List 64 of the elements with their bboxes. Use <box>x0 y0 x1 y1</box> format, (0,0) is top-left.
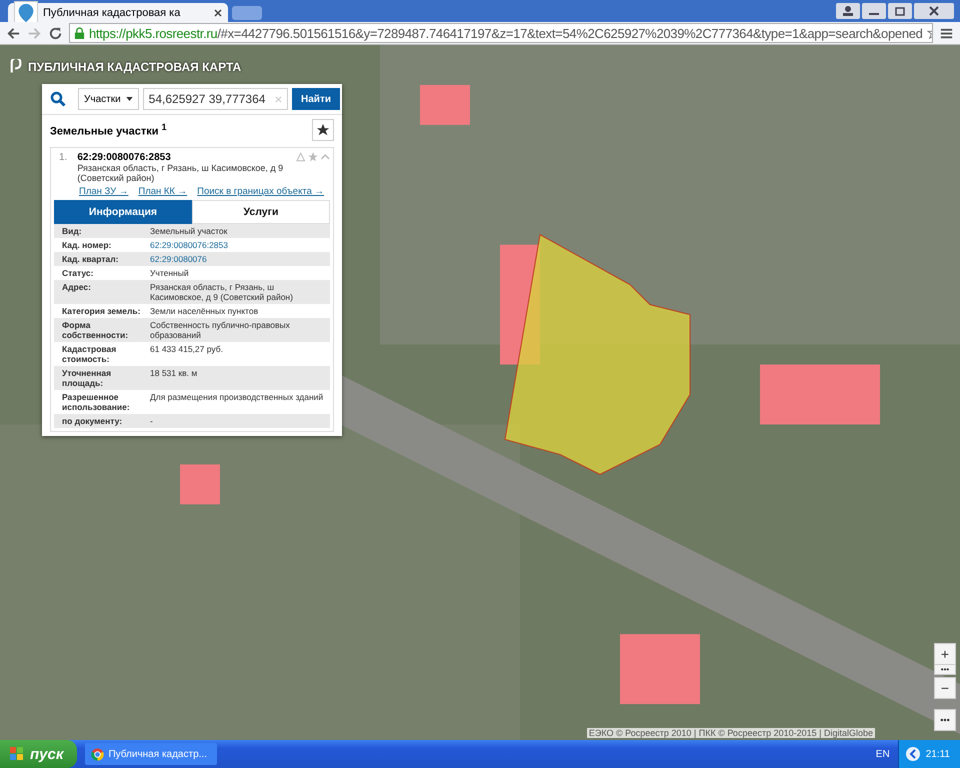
star-icon <box>316 123 330 137</box>
close-icon[interactable] <box>214 8 222 16</box>
favorite-button[interactable] <box>312 119 334 141</box>
field-label: Кад. квартал: <box>61 254 120 264</box>
map-attribution: ЕЭКО © Росреестр 2010 | ПКК © Росреестр 2010-2015 | DigitalGlobe <box>586 728 875 738</box>
field-label: Разрешенное использование: <box>61 392 131 412</box>
field-value: Учтенный <box>150 268 190 278</box>
field-value: Собственность публично-правовых образований <box>150 320 291 340</box>
field-label: по документу: <box>61 416 124 426</box>
find-button[interactable]: Найти <box>292 88 340 110</box>
info-tab[interactable]: Информация <box>54 200 192 224</box>
field-label: Вид: <box>61 226 83 236</box>
start-button[interactable]: пуск <box>0 740 78 768</box>
field-value: - <box>150 416 154 426</box>
results-heading: Земельные участки $^{1}$ <box>50 122 167 138</box>
field-label: Уточненная площадь: <box>61 368 112 388</box>
map-pin-icon <box>14 0 38 24</box>
taskbar-item[interactable]: Публичная кадастр... <box>85 743 218 765</box>
lock-icon <box>74 26 85 40</box>
field-link[interactable]: 62:29:0080076:2853 <box>150 240 330 250</box>
field-value: Для размещения производственных зданий <box>150 392 324 404</box>
restore-icon[interactable] <box>888 3 912 19</box>
field-value: 18 531 кв. м <box>150 368 198 380</box>
field-label: Статус: <box>61 268 94 278</box>
field-value: Земли населённых пунктов <box>150 306 260 316</box>
plan-link[interactable]: Поиск в границах объекта → <box>197 186 324 197</box>
language-indicator[interactable]: EN <box>876 748 890 760</box>
field-label: Форма собственности: <box>61 320 130 340</box>
plan-link[interactable]: План ЗУ → <box>79 186 128 197</box>
close-icon[interactable] <box>914 3 954 19</box>
field-label: Кад. номер: <box>61 240 112 250</box>
back-icon[interactable] <box>6 26 21 40</box>
field-value: Земельный участок <box>150 226 228 236</box>
browser-logo-icon <box>91 748 104 760</box>
map-control-button[interactable]: − <box>934 677 956 699</box>
windows-logo-icon <box>10 747 24 761</box>
search-field[interactable]: 54,625927 39,777364 <box>142 88 288 110</box>
field-label: Кадастровая стоимость: <box>61 344 118 364</box>
field-label: Адрес: <box>61 282 92 294</box>
map-control-button[interactable]: ••• <box>934 665 956 675</box>
field-label: Категория земель: <box>61 306 142 316</box>
reload-icon[interactable] <box>48 26 63 40</box>
app-title: ПУБЛИЧНАЯ КАДАСТРОВАЯ КАРТА <box>28 60 242 74</box>
logo-icon <box>10 59 22 74</box>
field-value: Рязанская область, г Рязань, ш Касимовское, д 9 (Советский район) <box>150 282 294 302</box>
address-bar[interactable]: https://pkk5.rosreestr.ru/#x=4427796.501561516&y=7289487.746417197&z=17&text=54%2C625927%2039%2C777364&type=1&app=search&opened <box>69 23 933 43</box>
address-text: Рязанская область, г Рязань, ш Касимовское, д 9 (Советский район) <box>77 163 284 183</box>
browser-tab[interactable]: Публичная кадастровая ка <box>8 3 228 22</box>
caret-icon <box>126 97 133 101</box>
field-link[interactable]: 62:29:0080076 <box>150 254 330 264</box>
cadastral-number: 62:29:0080076:2853 <box>77 152 172 163</box>
field-value: 61 433 415,27 руб. <box>150 344 224 356</box>
clock: 21:11 <box>926 748 950 760</box>
search-type-dropdown[interactable]: Участки <box>78 88 139 110</box>
map-control-button[interactable]: ••• <box>934 709 956 731</box>
chevron-icon[interactable] <box>904 746 921 762</box>
map-control-button[interactable]: + <box>934 643 956 665</box>
plan-link[interactable]: План КК → <box>138 186 188 197</box>
result-number: 1. <box>59 152 68 165</box>
info-tab[interactable]: Услуги <box>192 200 330 224</box>
user-icon[interactable] <box>836 3 860 19</box>
search-icon[interactable] <box>50 91 66 107</box>
tab-title: Публичная кадастровая ка <box>43 6 182 18</box>
minimize-icon[interactable] <box>862 3 886 19</box>
